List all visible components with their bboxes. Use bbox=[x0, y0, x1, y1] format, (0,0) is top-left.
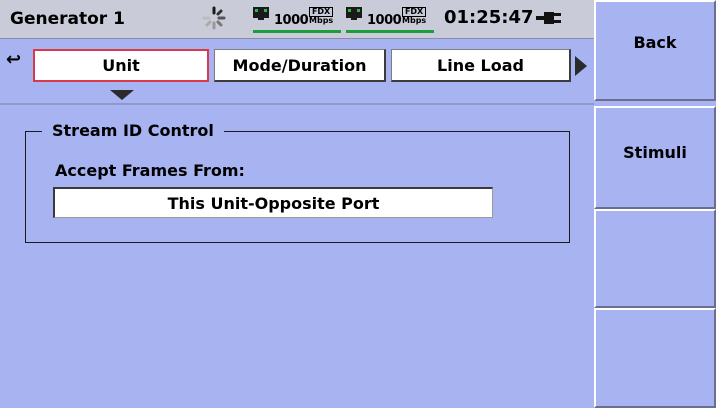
stimuli-button-label: Stimuli bbox=[623, 143, 687, 162]
busy-spinner-icon bbox=[202, 6, 226, 30]
port-2-link-indicator bbox=[346, 30, 434, 33]
tab-line-load-label: Line Load bbox=[437, 55, 524, 75]
stimuli-button[interactable]: Stimuli bbox=[594, 106, 716, 209]
ethernet-connector-icon bbox=[346, 7, 362, 20]
port-1-speed: 1000 bbox=[274, 13, 309, 28]
status-bar: Generator 1 1000 FDX Mbps 1000 FDX Mbps … bbox=[0, 0, 594, 39]
selected-tab-indicator-icon bbox=[110, 90, 134, 100]
accept-frames-select[interactable]: This Unit-Opposite Port bbox=[53, 187, 493, 218]
tab-mode-duration-label: Mode/Duration bbox=[232, 55, 367, 75]
group-title: Stream ID Control bbox=[42, 121, 224, 140]
main-panel: Stream ID Control Accept Frames From: Th… bbox=[0, 105, 594, 408]
port-2-status: 1000 FDX Mbps bbox=[346, 4, 436, 34]
accept-frames-label: Accept Frames From: bbox=[55, 161, 245, 180]
port-2-speed: 1000 bbox=[367, 13, 402, 28]
tab-unit[interactable]: Unit bbox=[33, 49, 209, 82]
tab-mode-duration[interactable]: Mode/Duration bbox=[214, 49, 386, 82]
port-2-speed-unit: Mbps bbox=[402, 16, 427, 25]
port-1-duplex: FDX Mbps bbox=[309, 7, 334, 25]
tab-line-load[interactable]: Line Load bbox=[391, 49, 571, 82]
tab-scroll-left-icon[interactable]: ↩ bbox=[6, 49, 21, 70]
accept-frames-value: This Unit-Opposite Port bbox=[167, 193, 380, 213]
softkey-3[interactable] bbox=[594, 209, 716, 308]
port-2-duplex: FDX Mbps bbox=[402, 7, 427, 25]
softkey-4[interactable] bbox=[594, 308, 716, 408]
port-1-status: 1000 FDX Mbps bbox=[253, 4, 343, 34]
tab-unit-label: Unit bbox=[102, 56, 140, 75]
port-1-speed-unit: Mbps bbox=[309, 16, 334, 25]
port-1-link-indicator bbox=[253, 30, 341, 33]
window-title: Generator 1 bbox=[10, 9, 125, 29]
back-button-label: Back bbox=[633, 33, 677, 52]
back-button[interactable]: Back bbox=[594, 0, 716, 101]
softkey-panel: Back Stimuli bbox=[594, 0, 716, 408]
clock: 01:25:47 bbox=[444, 7, 534, 28]
tab-scroll-right-icon[interactable] bbox=[575, 56, 587, 76]
power-plug-icon bbox=[536, 12, 561, 24]
ethernet-connector-icon bbox=[253, 7, 269, 20]
tab-bar: ↩ Unit Mode/Duration Line Load bbox=[0, 39, 594, 100]
